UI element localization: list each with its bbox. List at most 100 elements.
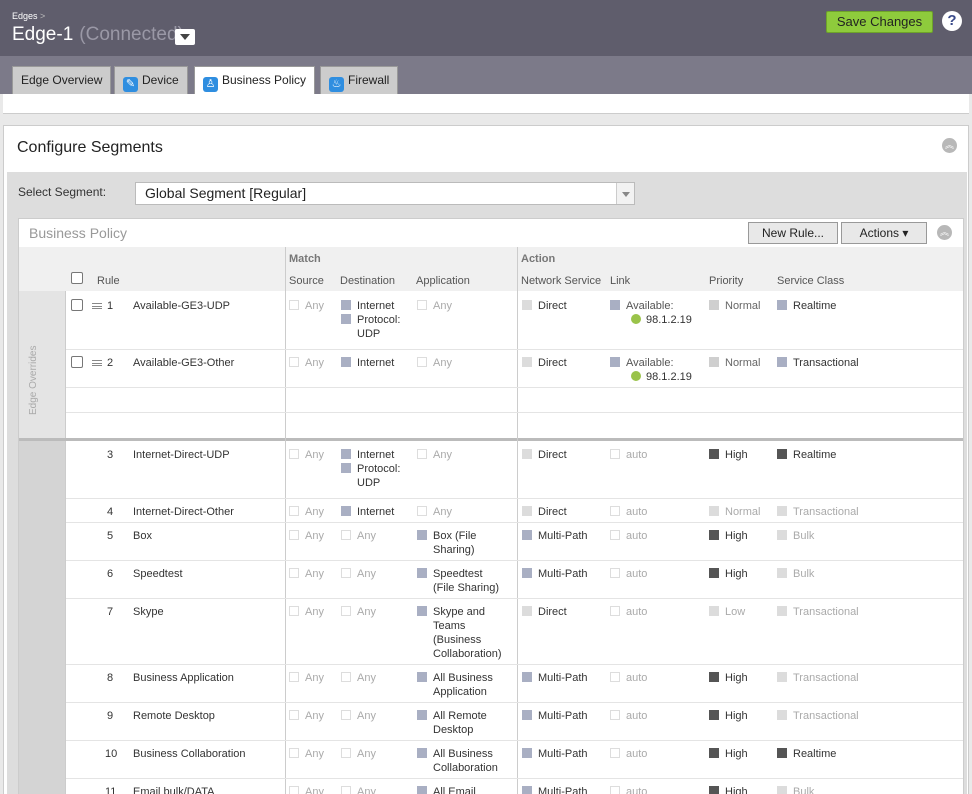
priority-cell: Low (709, 605, 745, 619)
destination-cell: UDP (357, 477, 381, 489)
network-service-cell: Multi-Path (522, 567, 588, 581)
rule-name[interactable]: Internet-Direct-UDP (133, 448, 230, 462)
rule-name[interactable]: Email bulk/DATA (133, 785, 215, 794)
link-cell: Available: (610, 299, 674, 313)
col-source[interactable]: Source (289, 275, 324, 287)
col-destination[interactable]: Destination (340, 275, 395, 287)
destination-cell: Protocol: (341, 313, 400, 327)
application-cell: (Business (433, 634, 482, 646)
tab-content-strip (3, 94, 969, 114)
segment-select[interactable]: Global Segment [Regular] (135, 182, 635, 205)
application-cell: Any (417, 505, 452, 519)
row-divider (66, 498, 963, 499)
tab-firewall[interactable]: ♨ Firewall (320, 66, 399, 94)
col-priority[interactable]: Priority (709, 275, 743, 287)
destination-cell: Any (341, 671, 376, 685)
rule-number: 8 (107, 672, 114, 684)
application-cell: Sharing) (433, 544, 475, 556)
tab-label: Business Policy (222, 73, 307, 87)
help-icon[interactable]: ? (942, 11, 962, 31)
section-title: Business Policy (29, 225, 128, 241)
link-cell: auto (610, 505, 647, 519)
network-service-cell: Multi-Path (522, 785, 588, 794)
priority-cell: Normal (709, 505, 760, 519)
service-class-cell: Bulk (777, 567, 814, 581)
link-cell: auto (610, 448, 647, 462)
rule-number: 1 (107, 300, 114, 312)
rule-name[interactable]: Box (133, 529, 152, 543)
application-cell: Desktop (433, 724, 474, 736)
rule-name[interactable]: Available-GE3-UDP (133, 299, 230, 313)
source-cell: Any (289, 356, 324, 370)
tab-business-policy[interactable]: ♙ Business Policy (194, 66, 316, 94)
rule-number: 11 (105, 786, 117, 794)
application-cell: All Email (417, 785, 476, 794)
edge-overrides-label: Edge Overrides (28, 345, 39, 415)
tab-device[interactable]: ✎ Device (114, 66, 188, 94)
row-checkbox[interactable] (71, 299, 83, 311)
destination-cell: Any (341, 605, 376, 619)
tab-label: Device (142, 73, 179, 87)
application-cell: Speedtest (417, 567, 483, 581)
row-divider (66, 778, 963, 779)
panel-title: Configure Segments (17, 139, 163, 156)
service-class-cell: Transactional (777, 671, 859, 685)
rule-name[interactable]: Available-GE3-Other (133, 356, 234, 370)
row-divider (66, 664, 963, 665)
drag-handle-icon[interactable] (92, 360, 102, 366)
rule-name[interactable]: Remote Desktop (133, 709, 215, 723)
application-cell: All Business (417, 671, 493, 685)
collapse-panel-icon[interactable]: ︽ (942, 138, 957, 153)
col-application[interactable]: Application (416, 275, 470, 287)
drag-handle-icon[interactable] (92, 303, 102, 309)
collapse-section-icon[interactable]: ︽ (937, 225, 952, 240)
rule-number: 6 (107, 568, 114, 580)
application-cell: Application (433, 686, 487, 698)
rule-name[interactable]: Speedtest (133, 567, 183, 581)
global-rules-band (19, 439, 66, 794)
source-cell: Any (289, 605, 324, 619)
source-cell: Any (289, 299, 324, 313)
link-cell: auto (610, 529, 647, 543)
breadcrumb-separator: > (40, 11, 46, 21)
col-rule[interactable]: Rule (97, 275, 120, 287)
network-service-cell: Multi-Path (522, 747, 588, 761)
row-checkbox[interactable] (71, 356, 83, 368)
business-policy-section: Business Policy New Rule... Actions ▾ ︽ … (18, 218, 964, 794)
actions-button[interactable]: Actions ▾ (841, 222, 927, 244)
link-ip: 98.1.2.19 (631, 313, 692, 327)
row-divider (66, 598, 963, 599)
network-service-cell: Direct (522, 356, 567, 370)
segment-area: Select Segment: Global Segment [Regular]… (7, 172, 967, 794)
segment-select-value: Global Segment [Regular] (145, 185, 307, 201)
rule-name[interactable]: Skype (133, 605, 164, 619)
service-class-cell: Transactional (777, 605, 859, 619)
new-rule-button[interactable]: New Rule... (748, 222, 838, 244)
rule-name[interactable]: Business Application (133, 671, 234, 685)
col-service-class[interactable]: Service Class (777, 275, 844, 287)
edge-dropdown-button[interactable] (175, 29, 195, 45)
destination-cell: Internet (341, 299, 394, 313)
save-changes-button[interactable]: Save Changes (826, 11, 933, 33)
breadcrumb[interactable]: Edges > (12, 11, 45, 21)
network-service-cell: Multi-Path (522, 529, 588, 543)
tab-edge-overview[interactable]: Edge Overview (12, 66, 112, 94)
chevron-down-icon[interactable] (616, 183, 634, 204)
link-status-icon (631, 371, 641, 381)
col-network-service[interactable]: Network Service (521, 275, 601, 287)
priority-cell: High (709, 747, 748, 761)
rule-name[interactable]: Internet-Direct-Other (133, 505, 234, 519)
priority-cell: Normal (709, 356, 760, 370)
breadcrumb-link[interactable]: Edges (12, 11, 38, 21)
row-divider (66, 702, 963, 703)
network-service-cell: Direct (522, 299, 567, 313)
select-all-checkbox[interactable] (71, 272, 83, 284)
rule-number: 3 (107, 449, 114, 461)
rule-name[interactable]: Business Collaboration (133, 747, 246, 761)
application-cell: Collaboration (433, 762, 498, 774)
page-title: Edge-1 (Connected) (12, 24, 184, 46)
col-link[interactable]: Link (610, 275, 630, 287)
ribbon-icon: ♙ (203, 77, 218, 92)
source-cell: Any (289, 671, 324, 685)
application-cell: All Remote (417, 709, 487, 723)
